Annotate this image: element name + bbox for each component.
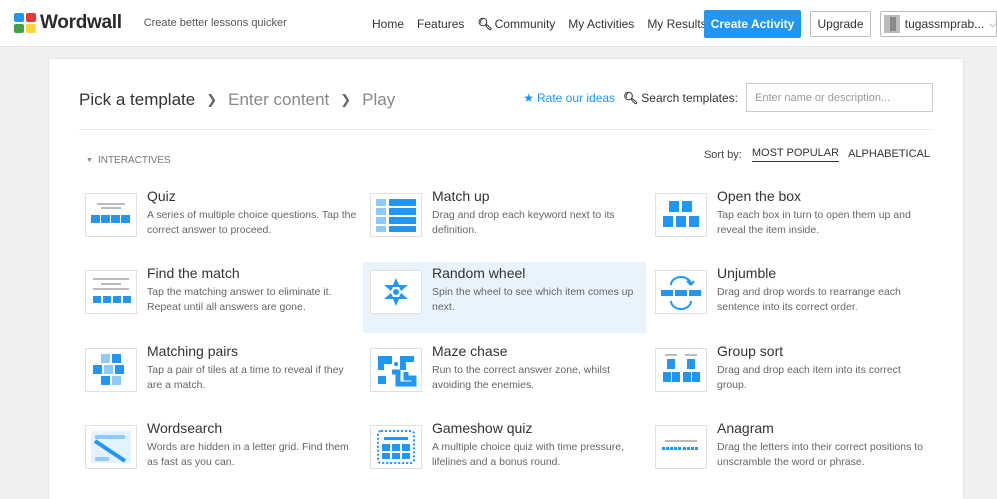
step-enter-content: Enter content bbox=[228, 90, 330, 109]
main-nav: Home Features 🔍︎ Community My Activities … bbox=[372, 0, 720, 47]
template-title: Anagram bbox=[717, 420, 774, 436]
nav-features-label: Features bbox=[417, 16, 465, 31]
template-desc: Drag the letters into their correct posi… bbox=[717, 441, 924, 468]
logo-text: Wordwall bbox=[40, 12, 122, 33]
step-play: Play bbox=[362, 90, 396, 109]
divider bbox=[79, 129, 933, 130]
template-title: Wordsearch bbox=[147, 420, 223, 436]
wordwall-logo[interactable]: Wordwall bbox=[14, 12, 122, 34]
section-toggle-interactives[interactable]: ▼ INTERACTIVES bbox=[86, 155, 171, 166]
user-menu[interactable]: tugassmprab... ⌵ bbox=[880, 11, 997, 37]
search-templates-input[interactable] bbox=[746, 83, 933, 112]
template-title: Quiz bbox=[147, 188, 176, 204]
template-find-the-match[interactable]: Find the match Tap the matching answer t… bbox=[85, 262, 367, 333]
template-quiz[interactable]: Quiz A series of multiple choice questio… bbox=[85, 185, 367, 256]
template-tools: ★ Rate our ideas 🔍︎ Search templates: bbox=[523, 83, 933, 112]
sort-label: Sort by: bbox=[703, 148, 742, 161]
maze-chase-thumbnail-icon bbox=[370, 348, 422, 392]
search-templates-label: 🔍︎ Search templates: bbox=[623, 91, 738, 105]
step-pick-template: Pick a template bbox=[79, 90, 196, 109]
template-gameshow-quiz[interactable]: Gameshow quiz A multiple choice quiz wit… bbox=[370, 417, 652, 488]
chevron-down-icon: ⌵ bbox=[989, 18, 996, 29]
template-maze-chase[interactable]: Maze chase Run to the correct answer zon… bbox=[370, 340, 652, 411]
group-sort-thumbnail-icon bbox=[655, 348, 707, 392]
template-picker-panel: Pick a template ❯ Enter content ❯ Play ★… bbox=[49, 59, 963, 499]
matching-pairs-thumbnail-icon bbox=[85, 348, 137, 392]
template-match-up[interactable]: Match up Drag and drop each keyword next… bbox=[370, 185, 652, 256]
template-desc: Drag and drop each keyword next to its d… bbox=[432, 209, 615, 236]
breadcrumb: Pick a template ❯ Enter content ❯ Play bbox=[79, 90, 395, 110]
anagram-thumbnail-icon bbox=[655, 425, 707, 469]
nav-home[interactable]: Home bbox=[372, 17, 404, 31]
chevron-right-icon: ❯ bbox=[340, 92, 352, 107]
nav-home-label: Home bbox=[372, 16, 405, 31]
template-desc: Spin the wheel to see which item comes u… bbox=[432, 286, 634, 313]
section-label: INTERACTIVES bbox=[97, 155, 171, 166]
search-icon: 🔍︎ bbox=[623, 90, 639, 105]
nav-my-activities[interactable]: My Activities bbox=[568, 17, 634, 31]
template-desc: A series of multiple choice questions. T… bbox=[147, 209, 357, 236]
random-wheel-thumbnail-icon bbox=[370, 270, 422, 314]
search-icon: 🔍︎ bbox=[477, 16, 493, 31]
template-wordsearch[interactable]: Wordsearch Words are hidden in a letter … bbox=[85, 417, 367, 488]
template-title: Group sort bbox=[717, 343, 784, 359]
gameshow-quiz-thumbnail-icon bbox=[370, 425, 422, 469]
username: tugassmprab... bbox=[904, 17, 985, 31]
template-group-sort[interactable]: Group sort Drag and drop each item into … bbox=[655, 340, 937, 411]
template-desc: Words are hidden in a letter grid. Find … bbox=[147, 441, 349, 468]
nav-my-results[interactable]: My Results bbox=[647, 17, 706, 31]
find-the-match-thumbnail-icon bbox=[85, 270, 137, 314]
template-title: Gameshow quiz bbox=[432, 420, 533, 436]
template-anagram[interactable]: Anagram Drag the letters into their corr… bbox=[655, 417, 937, 488]
quiz-thumbnail-icon bbox=[85, 193, 137, 237]
template-title: Unjumble bbox=[717, 265, 777, 281]
star-icon: ★ bbox=[523, 90, 534, 105]
rate-ideas-link[interactable]: ★ Rate our ideas bbox=[523, 91, 615, 105]
nav-features[interactable]: Features bbox=[417, 17, 464, 31]
wordsearch-thumbnail-icon bbox=[85, 425, 137, 469]
template-desc: Tap the matching answer to eliminate it.… bbox=[147, 286, 332, 313]
template-title: Matching pairs bbox=[147, 343, 239, 359]
template-desc: Tap each box in turn to open them up and… bbox=[717, 209, 911, 236]
chevron-right-icon: ❯ bbox=[206, 92, 218, 107]
avatar bbox=[884, 15, 900, 33]
nav-community-label: Community bbox=[494, 16, 556, 31]
template-random-wheel[interactable]: Random wheel Spin the wheel to see which… bbox=[363, 262, 646, 333]
sort-alphabetical[interactable]: ALPHABETICAL bbox=[848, 148, 930, 162]
nav-community[interactable]: 🔍︎ Community bbox=[477, 17, 555, 31]
caret-down-icon: ▼ bbox=[86, 157, 93, 164]
nav-my-activities-label: My Activities bbox=[568, 16, 635, 31]
template-unjumble[interactable]: Unjumble Drag and drop words to rearrang… bbox=[655, 262, 937, 333]
upgrade-button[interactable]: Upgrade bbox=[810, 11, 871, 37]
logo-icon bbox=[14, 13, 36, 33]
template-desc: A multiple choice quiz with time pressur… bbox=[432, 441, 624, 468]
open-the-box-thumbnail-icon bbox=[655, 193, 707, 237]
template-desc: Tap a pair of tiles at a time to reveal … bbox=[147, 364, 344, 391]
match-up-thumbnail-icon bbox=[370, 193, 422, 237]
sort-control: Sort by: MOST POPULAR ALPHABETICAL bbox=[704, 147, 930, 162]
template-title: Match up bbox=[432, 188, 490, 204]
tagline: Create better lessons quicker bbox=[143, 17, 287, 29]
template-matching-pairs[interactable]: Matching pairs Tap a pair of tiles at a … bbox=[85, 340, 367, 411]
template-desc: Drag and drop words to rearrange each se… bbox=[717, 286, 901, 313]
nav-my-results-label: My Results bbox=[647, 16, 707, 31]
rate-ideas-label: Rate our ideas bbox=[537, 90, 616, 105]
sort-most-popular[interactable]: MOST POPULAR bbox=[751, 147, 840, 162]
search-templates-text: Search templates: bbox=[641, 90, 738, 105]
template-open-the-box[interactable]: Open the box Tap each box in turn to ope… bbox=[655, 185, 937, 256]
unjumble-thumbnail-icon bbox=[655, 270, 707, 314]
template-title: Find the match bbox=[147, 265, 240, 281]
template-desc: Drag and drop each item into its correct… bbox=[717, 364, 901, 391]
template-title: Random wheel bbox=[432, 265, 526, 281]
create-activity-button[interactable]: Create Activity bbox=[704, 10, 801, 38]
top-bar: Wordwall Create better lessons quicker H… bbox=[0, 0, 997, 47]
template-desc: Run to the correct answer zone, whilst a… bbox=[432, 364, 610, 391]
template-title: Open the box bbox=[717, 188, 802, 204]
template-title: Maze chase bbox=[432, 343, 508, 359]
